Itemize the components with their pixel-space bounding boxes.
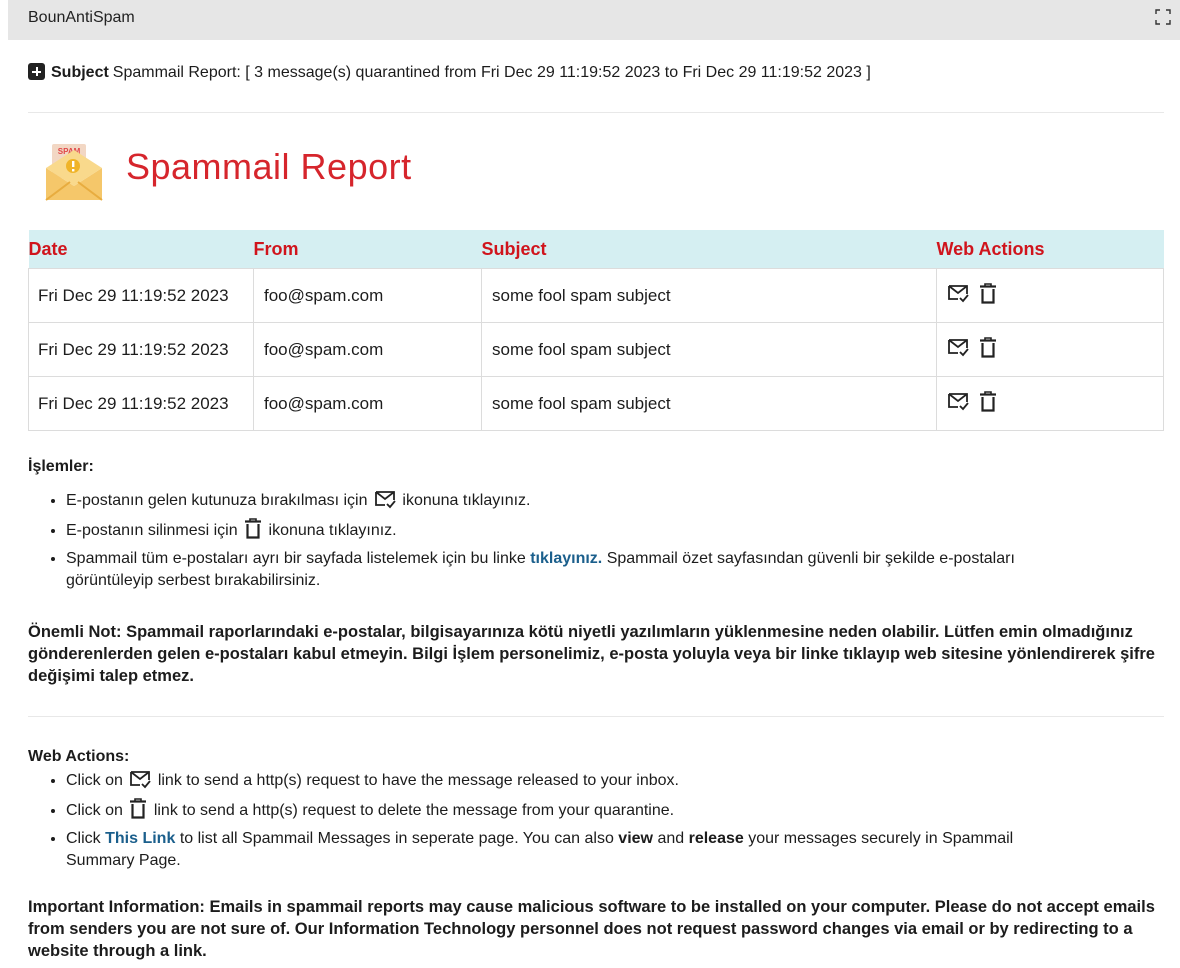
- en-this-link[interactable]: This Link: [105, 830, 175, 847]
- table-row: Fri Dec 29 11:19:52 2023 foo@spam.com some…: [28, 376, 1164, 431]
- en-heading: Web Actions:: [28, 748, 130, 765]
- en-item1-text: Click on: [66, 772, 123, 789]
- en-and-word: and: [657, 830, 685, 847]
- release-mail-icon[interactable]: [947, 337, 969, 362]
- col-date: Date: [28, 230, 254, 269]
- tr-item1-text: E-postanın gelen kutunuza bırakılması iç…: [66, 492, 368, 509]
- tr-list-all-link[interactable]: tıklayınız.: [530, 550, 602, 567]
- cell-web-actions: [936, 322, 1164, 377]
- en-item3-mid: to list all Spammail Messages in seperat…: [179, 830, 614, 847]
- cell-web-actions: [936, 268, 1164, 323]
- tr-item2-text: E-postanın silinmesi için: [66, 522, 238, 539]
- cell-web-actions: [936, 376, 1164, 431]
- subject-text: Spammail Report: [ 3 message(s) quaranti…: [112, 64, 871, 81]
- trash-icon[interactable]: [979, 390, 997, 417]
- subject-label: Subject: [51, 64, 109, 81]
- table-row: Fri Dec 29 11:19:52 2023 foo@spam.com some…: [28, 268, 1164, 323]
- window-titlebar: BounAntiSpam: [8, 0, 1180, 40]
- cell-from: foo@spam.com: [253, 376, 482, 431]
- en-actions-section: Web Actions: Click on link to send a htt…: [28, 746, 1164, 874]
- en-release-word: release: [688, 830, 744, 847]
- en-item1-suffix: link to send a http(s) request to have t…: [157, 772, 679, 789]
- en-item2-text: Click on: [66, 802, 123, 819]
- tr-actions-section: İşlemler: E-postanın gelen kutunuza bıra…: [28, 456, 1164, 594]
- list-item: Click This Link to list all Spammail Mes…: [66, 828, 1164, 872]
- app-title: BounAntiSpam: [28, 9, 135, 26]
- report-title: Spammail Report: [126, 146, 412, 187]
- list-item: E-postanın gelen kutunuza bırakılması iç…: [66, 489, 1164, 516]
- spam-envelope-icon: SPAM: [45, 144, 103, 201]
- list-item: E-postanın silinmesi için ikonuna tıklay…: [66, 518, 1164, 546]
- cell-subject: some fool spam subject: [481, 322, 937, 377]
- fullscreen-icon[interactable]: [1154, 8, 1172, 26]
- divider: [28, 112, 1164, 113]
- col-web-actions: Web Actions: [936, 230, 1164, 269]
- table-header-row: Date From Subject Web Actions: [28, 230, 1164, 269]
- en-item3-text: Click: [66, 830, 101, 847]
- list-item: Click on link to send a http(s) request …: [66, 769, 1164, 796]
- cell-from: foo@spam.com: [253, 268, 482, 323]
- subject-line: Subject Spammail Report: [ 3 message(s) q…: [28, 63, 871, 82]
- col-subject: Subject: [481, 230, 937, 269]
- divider: [28, 716, 1164, 717]
- tr-item1-suffix: ikonuna tıklayınız.: [402, 492, 531, 509]
- list-item: Click on link to send a http(s) request …: [66, 798, 1164, 826]
- release-mail-icon: [374, 489, 396, 516]
- trash-icon[interactable]: [979, 282, 997, 309]
- table-row: Fri Dec 29 11:19:52 2023 foo@spam.com some…: [28, 322, 1164, 377]
- expand-plus-icon[interactable]: [28, 63, 45, 80]
- tr-item3-text: Spammail tüm e-postaları ayrı bir sayfad…: [66, 550, 526, 567]
- cell-date: Fri Dec 29 11:19:52 2023: [28, 268, 254, 323]
- release-mail-icon[interactable]: [947, 391, 969, 416]
- en-important-note: Important Information: Emails in spammai…: [28, 898, 1155, 960]
- tr-heading: İşlemler:: [28, 458, 94, 475]
- cell-date: Fri Dec 29 11:19:52 2023: [28, 322, 254, 377]
- cell-subject: some fool spam subject: [481, 268, 937, 323]
- trash-icon: [244, 518, 262, 546]
- release-mail-icon[interactable]: [947, 283, 969, 308]
- trash-icon[interactable]: [979, 336, 997, 363]
- en-actions-list: Click on link to send a http(s) request …: [28, 769, 1164, 872]
- trash-icon: [129, 798, 147, 826]
- en-item2-suffix: link to send a http(s) request to delete…: [153, 802, 675, 819]
- release-mail-icon: [129, 769, 152, 796]
- tr-item2-suffix: ikonuna tıklayınız.: [268, 522, 397, 539]
- col-from: From: [253, 230, 482, 269]
- cell-from: foo@spam.com: [253, 322, 482, 377]
- tr-actions-list: E-postanın gelen kutunuza bırakılması iç…: [28, 489, 1164, 592]
- list-item: Spammail tüm e-postaları ayrı bir sayfad…: [66, 548, 1164, 592]
- tr-important-note: Önemli Not: Spammail raporlarındaki e-po…: [28, 623, 1155, 685]
- en-view-word: view: [618, 830, 653, 847]
- quarantine-table: Date From Subject Web Actions Fri Dec 29…: [28, 230, 1164, 431]
- cell-date: Fri Dec 29 11:19:52 2023: [28, 376, 254, 431]
- cell-subject: some fool spam subject: [481, 376, 937, 431]
